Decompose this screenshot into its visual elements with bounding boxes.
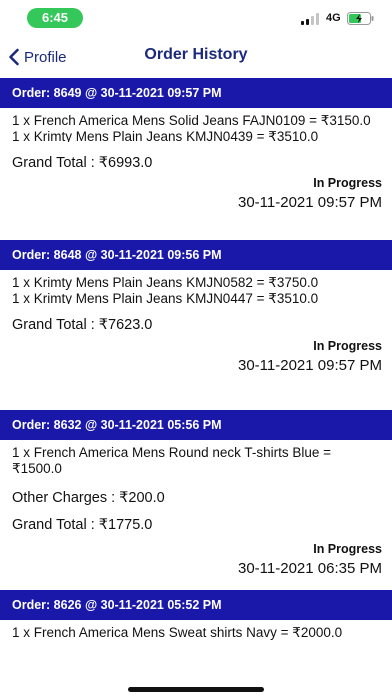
order-card[interactable]: Order: 8632 @ 30-11-2021 05:56 PM 1 x Fr…	[0, 410, 392, 590]
order-header: Order: 8649 @ 30-11-2021 09:57 PM	[0, 78, 392, 108]
order-item: 1 x French America Mens Sweat shirts Nav…	[12, 625, 343, 640]
order-status: In Progress	[313, 542, 382, 556]
order-status: In Progress	[313, 339, 382, 353]
order-status: In Progress	[313, 176, 382, 190]
grand-total: Grand Total : ₹1775.0	[12, 517, 153, 533]
order-date: 30-11-2021 09:57 PM	[238, 194, 382, 211]
status-bar: 6:45 4G	[0, 0, 392, 36]
order-list: Order: 8649 @ 30-11-2021 09:57 PM 1 x Fr…	[0, 78, 392, 690]
order-header: Order: 8626 @ 30-11-2021 05:52 PM	[0, 590, 392, 620]
order-card[interactable]: Order: 8648 @ 30-11-2021 09:56 PM 1 x Kr…	[0, 240, 392, 410]
order-item: 1 x French America Mens Round neck T-shi…	[12, 445, 332, 476]
home-indicator[interactable]	[128, 687, 264, 692]
order-item: 1 x French America Mens Solid Jeans FAJN…	[12, 113, 371, 128]
signal-icon	[301, 13, 321, 25]
grand-total: Grand Total : ₹7623.0	[12, 317, 153, 333]
status-time: 6:45	[27, 8, 83, 28]
order-card[interactable]: Order: 8626 @ 30-11-2021 05:52 PM 1 x Fr…	[0, 590, 392, 690]
order-card[interactable]: Order: 8649 @ 30-11-2021 09:57 PM 1 x Fr…	[0, 78, 392, 240]
network-type: 4G	[326, 12, 341, 24]
order-header: Order: 8648 @ 30-11-2021 09:56 PM	[0, 240, 392, 270]
order-item: 1 x Krimty Mens Plain Jeans KMJN0447 = ₹…	[12, 291, 319, 304]
grand-total: Grand Total : ₹6993.0	[12, 155, 153, 171]
page-title: Order History	[144, 46, 248, 63]
order-date: 30-11-2021 06:35 PM	[238, 560, 382, 577]
battery-charging-icon	[347, 12, 374, 25]
order-item: 1 x Krimty Mens Plain Jeans KMJN0582 = ₹…	[12, 275, 319, 290]
order-header: Order: 8632 @ 30-11-2021 05:56 PM	[0, 410, 392, 440]
order-item: 1 x Krimty Mens Plain Jeans KMJN0439 = ₹…	[12, 129, 319, 142]
other-charges: Other Charges : ₹200.0	[12, 490, 165, 506]
navigation-bar: Profile Order History	[0, 36, 392, 78]
order-date: 30-11-2021 09:57 PM	[238, 357, 382, 374]
